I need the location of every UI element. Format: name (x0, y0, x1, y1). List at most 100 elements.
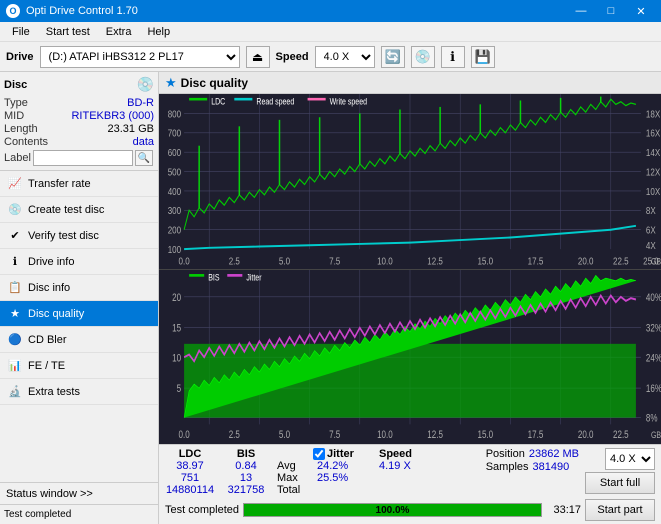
ldc-max: 751 (165, 472, 215, 484)
sidebar-item-label: Disc quality (28, 308, 84, 320)
disc-length-label: Length (4, 123, 38, 135)
sidebar-item-label: CD Bler (28, 334, 67, 346)
bis-avg: 0.84 (221, 460, 271, 472)
svg-text:20.0: 20.0 (578, 428, 594, 440)
save-button[interactable]: 💾 (471, 46, 495, 68)
drive-info-icon: ℹ (8, 255, 22, 269)
svg-text:2.5: 2.5 (229, 256, 240, 267)
sidebar-item-drive-info[interactable]: ℹ Drive info (0, 249, 158, 275)
svg-text:22.5: 22.5 (613, 428, 629, 440)
svg-text:16%: 16% (646, 383, 661, 395)
start-full-button[interactable]: Start full (585, 472, 655, 494)
disc-header: Disc 💿 (4, 76, 154, 93)
maximize-button[interactable]: □ (597, 1, 625, 21)
disc-contents-label: Contents (4, 136, 48, 148)
jitter-checkbox[interactable] (313, 448, 325, 460)
svg-text:600: 600 (168, 147, 181, 158)
svg-text:0.0: 0.0 (179, 256, 190, 267)
menu-help[interactable]: Help (139, 24, 178, 40)
disc-type-label: Type (4, 97, 28, 109)
button-area: 4.0 X Start full (585, 448, 655, 494)
disc-mid-label: MID (4, 110, 24, 122)
close-button[interactable]: ✕ (627, 1, 655, 21)
verify-test-disc-icon: ✔ (8, 229, 22, 243)
svg-text:14X: 14X (646, 147, 660, 158)
ldc-avg: 38.97 (165, 460, 215, 472)
sidebar-item-label: Extra tests (28, 386, 80, 398)
avg-label: Avg (277, 460, 307, 472)
menu-bar: File Start test Extra Help (0, 22, 661, 42)
sidebar-item-fe-te[interactable]: 📊 FE / TE (0, 353, 158, 379)
disc-label-input[interactable] (33, 150, 133, 166)
position-row: Position 23862 MB (486, 448, 579, 460)
svg-text:6X: 6X (646, 225, 656, 236)
sidebar-item-cd-bler[interactable]: 🔵 CD Bler (0, 327, 158, 353)
title-bar-left: O Opti Drive Control 1.70 (6, 4, 138, 18)
svg-text:800: 800 (168, 108, 181, 119)
dq-icon: ★ (165, 75, 177, 91)
svg-text:8X: 8X (646, 205, 656, 216)
jitter-stats: Jitter 24.2% 25.5% (313, 448, 373, 484)
svg-text:32%: 32% (646, 322, 661, 334)
window-controls: — □ ✕ (567, 1, 655, 21)
eject-button[interactable]: ⏏ (246, 46, 270, 68)
svg-text:7.5: 7.5 (329, 256, 340, 267)
disc-quality-icon: ★ (8, 307, 22, 321)
disc-button[interactable]: 💿 (411, 46, 435, 68)
start-part-button[interactable]: Start part (585, 499, 655, 521)
svg-text:0.0: 0.0 (179, 428, 190, 440)
svg-text:5.0: 5.0 (279, 428, 290, 440)
bottom-stats-panel: LDC 38.97 751 14880114 BIS 0.84 13 32175… (159, 444, 661, 524)
speed-label: Speed (276, 51, 309, 63)
dq-header: ★ Disc quality (159, 72, 661, 94)
svg-text:5.0: 5.0 (279, 256, 290, 267)
info-button[interactable]: ℹ (441, 46, 465, 68)
sidebar-item-extra-tests[interactable]: 🔬 Extra tests (0, 379, 158, 405)
svg-text:7.5: 7.5 (329, 428, 340, 440)
disc-mid-value: RITEKBR3 (000) (71, 110, 154, 122)
svg-text:20.0: 20.0 (578, 256, 594, 267)
jitter-header-row: Jitter (313, 448, 373, 460)
bis-max: 13 (221, 472, 271, 484)
speed-dropdown[interactable]: 4.0 X (605, 448, 655, 470)
sidebar-status: Test completed (0, 504, 158, 524)
title-bar: O Opti Drive Control 1.70 — □ ✕ (0, 0, 661, 22)
sidebar-item-create-test-disc[interactable]: 💿 Create test disc (0, 197, 158, 223)
status-window-button[interactable]: Status window >> (0, 482, 158, 504)
sidebar-item-transfer-rate[interactable]: 📈 Transfer rate (0, 171, 158, 197)
samples-label: Samples (486, 461, 529, 473)
minimize-button[interactable]: — (567, 1, 595, 21)
menu-extra[interactable]: Extra (98, 24, 140, 40)
fe-te-icon: 📊 (8, 359, 22, 373)
samples-value: 381490 (533, 461, 570, 473)
svg-text:700: 700 (168, 128, 181, 139)
top-chart-svg: 800 700 600 500 400 300 200 100 18X 16X … (159, 94, 661, 269)
right-info: Position 23862 MB Samples 381490 (486, 448, 579, 473)
menu-file[interactable]: File (4, 24, 38, 40)
ldc-stats: LDC 38.97 751 14880114 (165, 448, 215, 496)
svg-text:200: 200 (168, 225, 181, 236)
menu-start-test[interactable]: Start test (38, 24, 98, 40)
sidebar-item-disc-info[interactable]: 📋 Disc info (0, 275, 158, 301)
drive-select[interactable]: (D:) ATAPI iHBS312 2 PL17 (40, 46, 240, 68)
svg-text:10.0: 10.0 (377, 256, 393, 267)
refresh-button[interactable]: 🔄 (381, 46, 405, 68)
chart-bottom: 20 15 10 5 40% 32% 24% 16% 8% (159, 270, 661, 445)
samples-row: Samples 381490 (486, 461, 579, 473)
speed-select[interactable]: 4.0 X (315, 46, 375, 68)
sidebar-item-label: Create test disc (28, 204, 104, 216)
svg-text:12.5: 12.5 (427, 256, 443, 267)
app-icon: O (6, 4, 20, 18)
svg-text:GB: GB (651, 257, 661, 267)
cd-bler-icon: 🔵 (8, 333, 22, 347)
sidebar-item-disc-quality[interactable]: ★ Disc quality (0, 301, 158, 327)
svg-text:GB: GB (651, 428, 661, 439)
jitter-max: 25.5% (313, 472, 373, 484)
svg-text:Read speed: Read speed (256, 97, 294, 107)
svg-text:100: 100 (168, 244, 181, 255)
disc-section-title: Disc (4, 79, 27, 91)
label-search-button[interactable]: 🔍 (135, 150, 153, 166)
disc-info-icon: 📋 (8, 281, 22, 295)
sidebar-item-verify-test-disc[interactable]: ✔ Verify test disc (0, 223, 158, 249)
position-label: Position (486, 448, 525, 460)
